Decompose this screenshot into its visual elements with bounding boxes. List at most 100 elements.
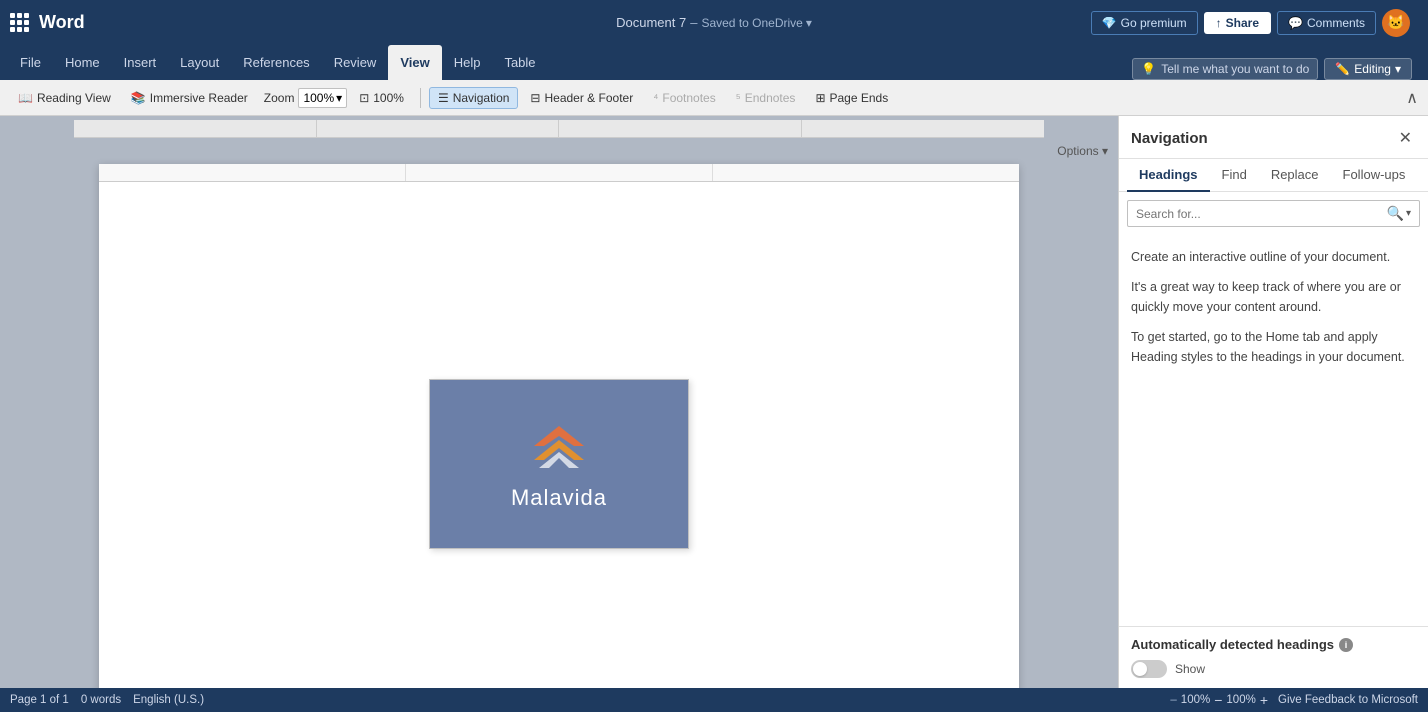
page-ends-icon: ⊞ <box>815 91 825 105</box>
zoom-plus-button[interactable]: + <box>1260 693 1268 707</box>
waffle-button[interactable] <box>10 13 29 32</box>
header-footer-button[interactable]: ⊟ Header & Footer <box>522 88 641 108</box>
title-bar: Word Document 7 – Saved to OneDrive ▾ 💎 … <box>0 0 1428 45</box>
tab-insert[interactable]: Insert <box>112 45 169 80</box>
word-count: 0 words <box>81 694 121 706</box>
editing-button[interactable]: ✏️ Editing ▾ <box>1324 58 1412 80</box>
endnotes-button[interactable]: ⁵ Endnotes <box>728 88 804 108</box>
share-icon: ↑ <box>1216 16 1222 30</box>
page-content: Malavida <box>99 182 1019 688</box>
document-area: Options ▾ <box>0 116 1118 688</box>
zoom-controls: – 100% − 100% + <box>1170 693 1268 707</box>
navigation-panel: Navigation ✕ Headings Find Replace Follo… <box>1118 116 1428 688</box>
zoom-level: 100% <box>1226 694 1255 706</box>
share-button[interactable]: ↑ Share <box>1204 12 1271 34</box>
nav-panel-footer: Automatically detected headings i Show <box>1119 626 1428 688</box>
malavida-chevron-svg <box>519 418 599 473</box>
zoom-chevron-icon: ▾ <box>336 91 342 105</box>
reading-view-button[interactable]: 📖 Reading View <box>10 88 119 108</box>
reading-view-icon: 📖 <box>18 91 33 105</box>
user-avatar[interactable]: 🐱 <box>1382 9 1410 37</box>
go-premium-button[interactable]: 💎 Go premium <box>1091 11 1198 35</box>
main-area: Options ▾ <box>0 116 1428 688</box>
options-bar: Options ▾ <box>0 138 1118 164</box>
navigation-icon: ☰ <box>438 91 449 105</box>
page-header-ruler <box>99 164 1019 182</box>
nav-search-input[interactable] <box>1136 207 1387 221</box>
nav-panel-header: Navigation ✕ <box>1119 116 1428 159</box>
show-toggle[interactable] <box>1131 660 1167 678</box>
chevron-down-icon: ▾ <box>1395 62 1401 76</box>
lightbulb-icon: 💡 <box>1141 62 1156 76</box>
tab-help[interactable]: Help <box>442 45 493 80</box>
malavida-text: Malavida <box>511 485 607 511</box>
zoom-dropdown[interactable]: 100% ▾ <box>298 88 347 108</box>
search-chevron-icon: ▾ <box>1406 208 1411 219</box>
nav-search-box[interactable]: 🔍 ▾ <box>1127 200 1420 227</box>
nav-body-text-2: It's a great way to keep track of where … <box>1131 277 1416 317</box>
app-section: Word <box>10 12 85 33</box>
nav-tab-replace[interactable]: Replace <box>1259 159 1331 192</box>
tab-table[interactable]: Table <box>492 45 547 80</box>
tab-layout[interactable]: Layout <box>168 45 231 80</box>
view-toolbar: 📖 Reading View 📚 Immersive Reader Zoom 1… <box>0 80 1428 116</box>
comments-button[interactable]: 💬 Comments <box>1277 11 1376 35</box>
edit-icon: ✏️ <box>1335 62 1350 76</box>
header-footer-icon: ⊟ <box>530 91 540 105</box>
tab-view[interactable]: View <box>388 45 441 80</box>
toggle-knob <box>1133 662 1147 676</box>
page-ends-button[interactable]: ⊞ Page Ends <box>807 88 896 108</box>
tell-me-box[interactable]: 💡 Tell me what you want to do <box>1132 58 1318 80</box>
doc-filename: Document 7 <box>616 15 686 30</box>
zoom-percentage: 100% <box>1181 694 1210 706</box>
nav-panel-title: Navigation <box>1131 130 1208 147</box>
malavida-image: Malavida <box>429 379 689 549</box>
document-page: Malavida <box>99 164 1019 688</box>
show-toggle-row: Show <box>1131 660 1416 678</box>
nav-tab-followups[interactable]: Follow-ups <box>1331 159 1418 192</box>
nav-close-button[interactable]: ✕ <box>1395 126 1416 150</box>
nav-tab-headings[interactable]: Headings <box>1127 159 1210 192</box>
nav-panel-body: Create an interactive outline of your do… <box>1119 235 1428 626</box>
zoom-minus-button[interactable]: − <box>1214 693 1222 707</box>
toolbar-expand-icon[interactable]: ∧ <box>1406 88 1418 108</box>
nav-tab-find[interactable]: Find <box>1210 159 1259 192</box>
ribbon-tabs: File Home Insert Layout References Revie… <box>0 45 1428 80</box>
tab-references[interactable]: References <box>231 45 321 80</box>
auto-headings-label: Automatically detected headings i <box>1131 637 1416 652</box>
feedback-button[interactable]: Give Feedback to Microsoft <box>1278 694 1418 706</box>
page-info: Page 1 of 1 <box>10 694 69 706</box>
tab-file[interactable]: File <box>8 45 53 80</box>
info-icon: i <box>1339 638 1353 652</box>
status-bar: Page 1 of 1 0 words English (U.S.) – 100… <box>0 688 1428 712</box>
tab-review[interactable]: Review <box>322 45 389 80</box>
title-actions: 💎 Go premium ↑ Share 💬 Comments 🐱 <box>1091 9 1418 37</box>
premium-icon: 💎 <box>1102 16 1117 30</box>
search-icon: 🔍 <box>1387 205 1404 222</box>
nav-search-button[interactable]: 🔍 ▾ <box>1387 205 1411 222</box>
nav-body-text-3: To get started, go to the Home tab and a… <box>1131 327 1416 367</box>
endnotes-icon: ⁵ <box>736 91 741 105</box>
show-label: Show <box>1175 662 1205 676</box>
navigation-button[interactable]: ☰ Navigation <box>429 87 518 109</box>
options-button[interactable]: Options ▾ <box>1057 144 1108 158</box>
zoom-fit-button[interactable]: ⊡ 100% <box>351 88 412 108</box>
footnotes-button[interactable]: ⁴ Footnotes <box>645 88 724 108</box>
zoom-fit-icon: ⊡ <box>359 91 369 105</box>
comments-icon: 💬 <box>1288 16 1303 30</box>
nav-body-text-1: Create an interactive outline of your do… <box>1131 247 1416 267</box>
immersive-reader-button[interactable]: 📚 Immersive Reader <box>123 88 256 108</box>
toolbar-zoom-label: Zoom <box>264 91 295 105</box>
status-bar-right: – 100% − 100% + Give Feedback to Microso… <box>1170 693 1418 707</box>
toolbar-sep-1 <box>420 88 421 108</box>
language: English (U.S.) <box>133 694 204 706</box>
doc-title-area: Document 7 – Saved to OneDrive ▾ <box>616 15 812 30</box>
app-name: Word <box>39 12 85 33</box>
footnotes-icon: ⁴ <box>653 91 658 105</box>
tab-home[interactable]: Home <box>53 45 112 80</box>
page-wrapper: Malavida <box>74 164 1044 688</box>
immersive-reader-icon: 📚 <box>131 91 146 105</box>
horizontal-ruler-top <box>74 120 1044 138</box>
nav-tabs: Headings Find Replace Follow-ups <box>1119 159 1428 192</box>
saved-status: Saved to OneDrive ▾ <box>701 16 811 30</box>
